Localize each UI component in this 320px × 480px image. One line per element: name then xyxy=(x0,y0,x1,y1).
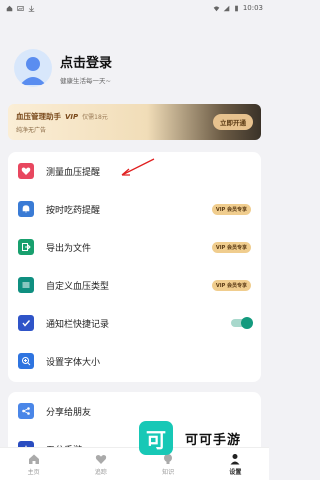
home-status-icon xyxy=(6,5,13,11)
vip-text: 血压管理助手 VIP 仅需18元 纯净无广告 xyxy=(16,111,213,134)
status-time: 10:03 xyxy=(242,4,263,12)
home-icon xyxy=(28,454,39,464)
nav-label: 追踪 xyxy=(94,468,107,476)
login-subtitle: 健康生活每一天~ xyxy=(60,76,111,85)
avatar-icon xyxy=(20,57,46,85)
menu-label: 自定义血压类型 xyxy=(46,281,110,292)
menu-item-font-size[interactable]: 设置字体大小 xyxy=(8,342,261,380)
vip-title: 血压管理助手 xyxy=(16,111,61,121)
nav-home[interactable]: 主页 xyxy=(0,448,67,480)
image-status-icon xyxy=(17,5,24,11)
notification-toggle[interactable] xyxy=(231,317,253,329)
menu-label: 设置字体大小 xyxy=(46,357,101,368)
status-right: 10:03 xyxy=(213,4,263,12)
vip-line1: 血压管理助手 VIP 仅需18元 xyxy=(16,111,213,122)
avatar[interactable] xyxy=(14,49,52,87)
vip-only-badge: VIP 会员专享 xyxy=(211,241,251,253)
menu-label: 通知栏快捷记录 xyxy=(46,319,110,330)
watermark-text: 可可手游 xyxy=(185,432,242,448)
toggle-knob xyxy=(241,317,253,329)
checkbox-icon xyxy=(18,315,34,331)
menu-item-custom-bp-type[interactable]: 自定义血压类型 VIP 会员专享 xyxy=(8,266,261,304)
menu-label: 分享给朋友 xyxy=(46,407,92,418)
zoom-icon xyxy=(18,353,34,369)
status-bar: 10:03 xyxy=(0,0,269,16)
settings-menu: 测量血压提醒 按时吃药提醒 VIP 会员专享 导出为文件 VIP 会员专享 自定… xyxy=(8,152,261,382)
signal-icon xyxy=(223,5,230,11)
download-status-icon xyxy=(28,5,35,12)
vip-only-badge: VIP 会员专享 xyxy=(211,203,251,215)
battery-icon xyxy=(234,5,238,11)
watermark-logo: 可 xyxy=(139,421,173,455)
share-icon xyxy=(18,403,34,419)
nav-track[interactable]: 追踪 xyxy=(67,448,134,480)
vip-banner[interactable]: 血压管理助手 VIP 仅需18元 纯净无广告 立即开通 xyxy=(8,104,261,140)
vip-tag: VIP xyxy=(65,112,79,121)
vip-only-badge: VIP 会员专享 xyxy=(211,279,251,291)
nav-label: 知识 xyxy=(162,468,175,476)
login-title[interactable]: 点击登录 xyxy=(60,52,112,71)
menu-label: 按时吃药提醒 xyxy=(46,205,101,216)
heart-icon xyxy=(18,163,34,179)
wifi-icon xyxy=(213,5,220,11)
status-left xyxy=(6,5,35,12)
heart-icon xyxy=(95,454,107,464)
watermark: 可 可可手游 xyxy=(139,421,241,455)
menu-item-notification-quick-record[interactable]: 通知栏快捷记录 xyxy=(8,304,261,342)
export-icon xyxy=(18,239,34,255)
menu-label: 导出为文件 xyxy=(46,243,92,254)
login-profile[interactable]: 点击登录 健康生活每一天~ xyxy=(14,46,254,90)
sliders-icon xyxy=(18,277,34,293)
bell-icon xyxy=(18,201,34,217)
nav-label: 主页 xyxy=(27,468,40,476)
red-arrow-annotation xyxy=(121,158,155,176)
nav-label: 设置 xyxy=(229,468,242,476)
vip-price: 仅需18元 xyxy=(82,113,108,121)
menu-item-export[interactable]: 导出为文件 VIP 会员专享 xyxy=(8,228,261,266)
profile-text: 点击登录 健康生活每一天~ xyxy=(60,52,112,85)
vip-subtitle: 纯净无广告 xyxy=(16,126,47,134)
vip-open-button[interactable]: 立即开通 xyxy=(213,114,253,130)
menu-item-medicine-reminder[interactable]: 按时吃药提醒 VIP 会员专享 xyxy=(8,190,261,228)
